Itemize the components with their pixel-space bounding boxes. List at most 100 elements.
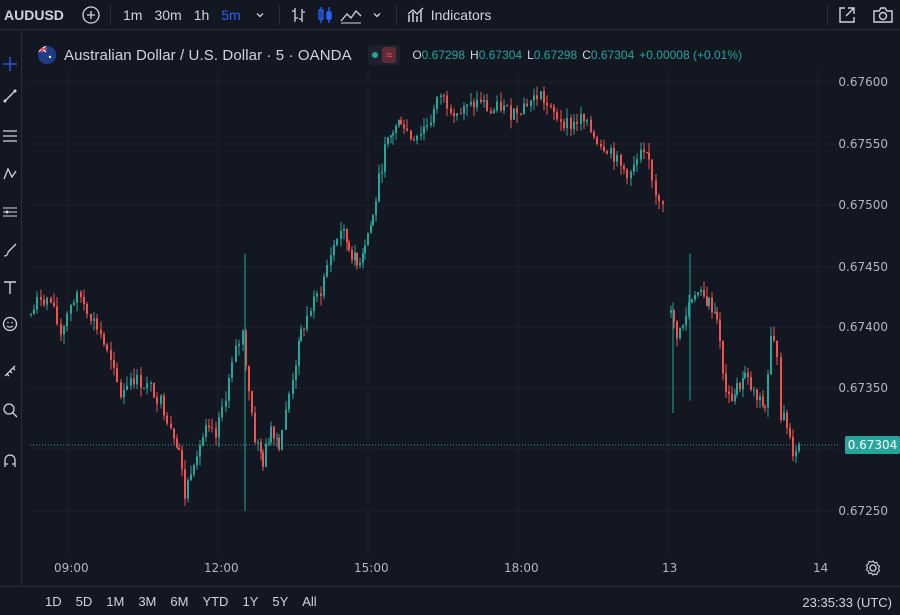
candles-chart-type-icon[interactable] bbox=[312, 2, 338, 28]
candle-body bbox=[395, 125, 397, 133]
candle-body bbox=[199, 445, 201, 457]
candle-body bbox=[590, 119, 592, 132]
candle-body bbox=[423, 126, 425, 134]
candle-body bbox=[372, 215, 374, 226]
candle-body bbox=[384, 144, 386, 173]
candle-body bbox=[76, 292, 78, 303]
range-5d[interactable]: 5D bbox=[69, 594, 100, 609]
candle-body bbox=[170, 423, 172, 429]
candle-body bbox=[716, 311, 718, 320]
interval-1m[interactable]: 1m bbox=[117, 7, 148, 23]
candle-body bbox=[426, 124, 428, 127]
range-1d[interactable]: 1D bbox=[0, 594, 69, 609]
chart-settings-gear-icon[interactable] bbox=[864, 559, 882, 577]
range-5y[interactable]: 5Y bbox=[265, 594, 295, 609]
candle-body bbox=[303, 328, 305, 330]
candle-body bbox=[354, 252, 356, 261]
interval-30m[interactable]: 30m bbox=[148, 7, 187, 23]
candle-body bbox=[753, 389, 755, 391]
candle-body bbox=[516, 108, 518, 114]
fib-retracement-icon[interactable] bbox=[0, 123, 20, 149]
drawing-toolbar bbox=[0, 31, 22, 585]
interval-1h[interactable]: 1h bbox=[188, 7, 216, 23]
candle-body bbox=[30, 313, 32, 315]
candle-body bbox=[288, 394, 290, 410]
candle-body bbox=[130, 378, 132, 386]
range-3m[interactable]: 3M bbox=[131, 594, 163, 609]
ruler-icon[interactable] bbox=[0, 358, 20, 384]
candle-body bbox=[620, 154, 622, 166]
candle-body bbox=[483, 100, 485, 103]
candle-body bbox=[278, 438, 280, 450]
price-tick: 0.67400 bbox=[838, 320, 888, 334]
candle-body bbox=[208, 425, 210, 428]
brush-icon[interactable] bbox=[0, 237, 20, 263]
bar-chart-type-icon[interactable] bbox=[286, 2, 312, 28]
candle-body bbox=[356, 252, 358, 266]
candlestick-chart[interactable] bbox=[0, 0, 900, 615]
candle-body bbox=[245, 330, 247, 366]
forecast-icon[interactable] bbox=[0, 199, 20, 225]
zoom-icon[interactable] bbox=[0, 397, 20, 423]
crosshair-icon[interactable] bbox=[0, 51, 20, 77]
symbol-title[interactable]: Australian Dollar / U.S. Dollar · 5 · OA… bbox=[64, 47, 352, 64]
fullscreen-icon[interactable] bbox=[834, 2, 860, 28]
candle-body bbox=[563, 121, 565, 129]
indicators-button[interactable]: Indicators bbox=[403, 6, 492, 24]
candle-body bbox=[550, 105, 552, 107]
candle-body bbox=[440, 95, 442, 98]
candle-body bbox=[340, 230, 342, 239]
interval-5m[interactable]: 5m bbox=[215, 7, 246, 23]
range-all[interactable]: All bbox=[295, 594, 323, 609]
pattern-icon[interactable] bbox=[0, 161, 20, 187]
camera-icon[interactable] bbox=[870, 2, 896, 28]
candle-body bbox=[235, 346, 237, 362]
price-tick: 0.67550 bbox=[838, 137, 888, 151]
text-icon[interactable] bbox=[0, 274, 20, 300]
candle-body bbox=[254, 412, 256, 443]
candle-body bbox=[103, 334, 105, 345]
range-1m[interactable]: 1M bbox=[99, 594, 131, 609]
candle-body bbox=[646, 152, 648, 154]
candle-body bbox=[225, 400, 227, 407]
candle-body bbox=[762, 396, 764, 406]
candle-body bbox=[520, 113, 522, 115]
candle-body bbox=[120, 382, 122, 398]
symbol-search[interactable]: AUDUSD bbox=[0, 7, 78, 23]
candle-body bbox=[503, 105, 505, 111]
candle-body bbox=[106, 344, 108, 351]
candle-body bbox=[685, 315, 687, 326]
add-symbol-icon[interactable] bbox=[78, 2, 104, 28]
candle-body bbox=[466, 104, 468, 107]
chevron-down-icon[interactable] bbox=[364, 2, 390, 28]
candle-body bbox=[146, 383, 148, 388]
candle-body bbox=[160, 395, 162, 404]
area-chart-type-icon[interactable] bbox=[338, 2, 364, 28]
emoji-icon[interactable] bbox=[0, 311, 20, 337]
range-ytd[interactable]: YTD bbox=[195, 594, 235, 609]
candle-body bbox=[310, 310, 312, 316]
candle-body bbox=[40, 297, 42, 300]
ohlc-values: O 0.67298 H 0.67304 L 0.67298 C 0.67304 +0.0… bbox=[412, 48, 742, 62]
trend-line-icon[interactable] bbox=[0, 83, 20, 109]
market-status[interactable]: ≈ bbox=[367, 45, 401, 65]
magnet-icon[interactable] bbox=[0, 448, 20, 474]
candle-body bbox=[703, 289, 705, 297]
candle-body bbox=[187, 480, 189, 499]
indicators-label: Indicators bbox=[430, 6, 492, 23]
range-6m[interactable]: 6M bbox=[163, 594, 195, 609]
candle-body bbox=[742, 378, 744, 390]
candle-body bbox=[676, 321, 678, 339]
candle-body bbox=[156, 397, 158, 404]
range-1y[interactable]: 1Y bbox=[235, 594, 265, 609]
candle-body bbox=[673, 310, 675, 322]
candle-body bbox=[86, 304, 88, 315]
chevron-down-icon[interactable] bbox=[247, 2, 273, 28]
time-tick: 18:00 bbox=[504, 561, 539, 575]
candle-body bbox=[242, 330, 244, 345]
candle-body bbox=[260, 442, 262, 453]
utc-clock[interactable]: 23:35:33 (UTC) bbox=[802, 595, 892, 610]
candle-body bbox=[490, 110, 492, 114]
candle-body bbox=[662, 201, 664, 204]
high-value: 0.67304 bbox=[478, 48, 523, 62]
